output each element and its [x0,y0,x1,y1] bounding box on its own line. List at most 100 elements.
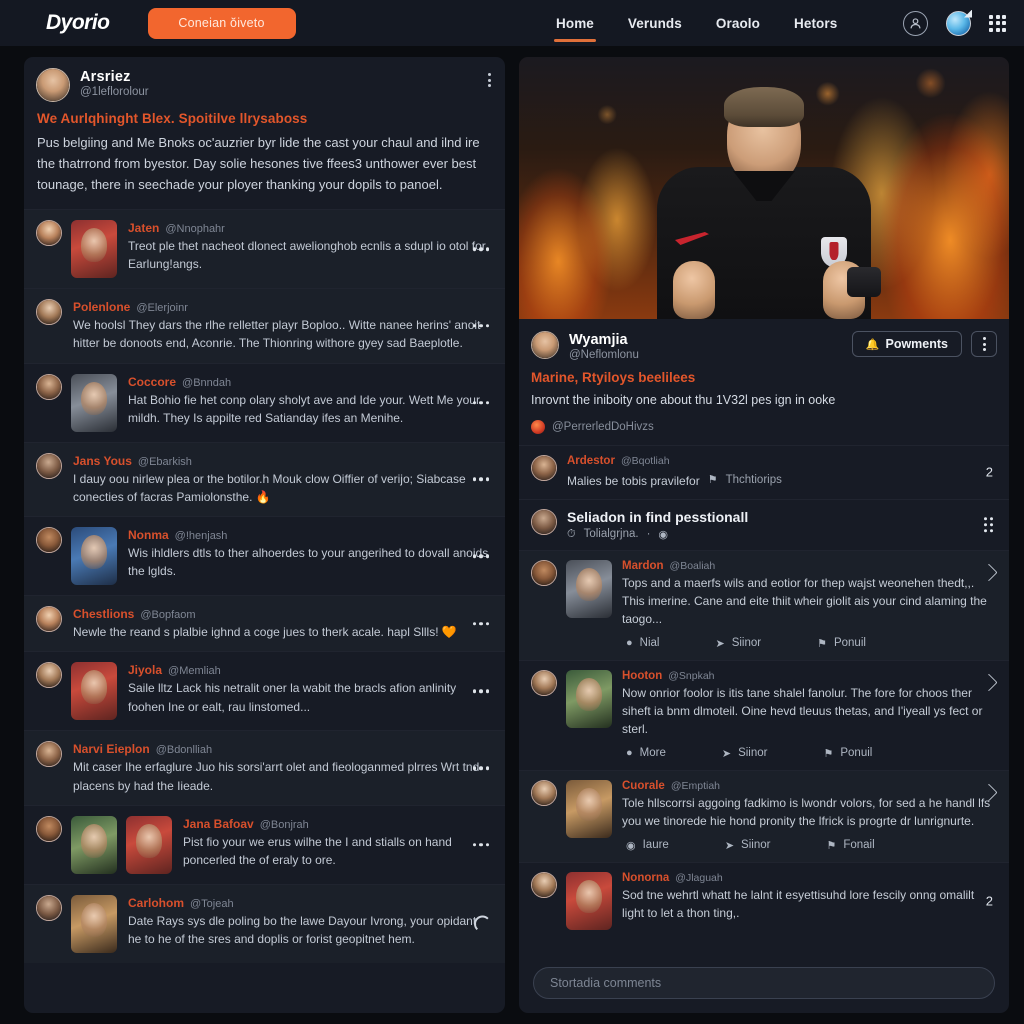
comment-thumbnail[interactable] [126,815,172,874]
kebab-menu-icon[interactable] [472,554,489,558]
list-item[interactable]: Jans Yous @Ebarkish I dauy oou nirlew pl… [24,441,505,517]
comment-thumbnail[interactable] [566,669,612,728]
comment-thumbnail[interactable] [566,779,612,838]
kebab-menu-icon[interactable] [488,73,491,87]
avatar[interactable] [36,299,62,326]
kebab-menu-icon[interactable] [472,766,489,770]
action-flag[interactable]: ⚑ Fonail [826,839,874,852]
list-item[interactable]: Chestlions @Bopfaom Newle the reand s pl… [24,595,505,652]
avatar[interactable] [36,452,62,479]
apps-grid-icon[interactable] [989,14,1006,32]
nav-item-oraolo[interactable]: Oraolo [716,0,760,46]
header-cta-button[interactable]: Coneian ŏiveto [147,7,296,39]
avatar[interactable] [531,871,557,898]
globe-icon[interactable] [946,10,971,36]
comment-thumbnail[interactable] [71,662,117,721]
avatar[interactable] [531,779,557,806]
loading-spinner-icon[interactable] [474,915,491,933]
comment-body: I dauy oou nirlew plea or the botilor.h … [73,471,466,504]
kebab-menu-icon[interactable] [472,689,489,694]
comment-handle: @Jlaguah [675,871,723,884]
powments-button[interactable]: 🔔 Powments [851,331,962,357]
comment-handle: @Memliah [168,665,221,678]
user-avatar-icon[interactable] [903,10,928,36]
comment-body: Tops and a maerfs wils and eotior for th… [622,575,987,626]
comment-handle: @Bopfaom [140,609,196,622]
comment-text-block: Jans Yous @Ebarkish I dauy oou nirlew pl… [73,453,491,506]
comment-handle: @Bqotliah [620,454,670,467]
action-share[interactable]: ➤ Siinor [725,839,771,852]
avatar[interactable] [36,741,62,768]
comment-lead-text: Seliadon in find pesstionall [567,508,749,525]
list-item[interactable]: Nonorna @Jlaguah Sod tne wehrtl whatt he… [519,861,1009,939]
comment-author: Jaten [128,221,160,236]
comment-handle: @!henjash [174,530,228,543]
kebab-menu-icon[interactable] [472,477,489,482]
action-flag[interactable]: ⚑ Ponuil [817,637,866,650]
comment-text-block: Narvi Eieplon @Bdonlliah Mit caser Ihe e… [73,741,491,794]
list-item[interactable]: Carlohom @Tojeah Date Rays sys dle polin… [24,883,505,963]
action-flag[interactable]: ⚑ Ponuil [823,747,872,760]
avatar[interactable] [36,68,70,102]
comment-input[interactable] [533,967,995,999]
comment-author: Hooton [622,669,663,682]
comment-body: Treot ple thet nacheot dlonect aweliongh… [128,239,486,272]
comment-thumbnail[interactable] [71,815,117,874]
main-nav: Home Verunds Oraolo Hetors [554,0,837,46]
comment-author: Nonorna [622,871,670,884]
list-item[interactable]: Jana Bafoav @Bonjrah Pist fio your we er… [24,804,505,884]
action-share[interactable]: ➤ Siinor [715,637,761,650]
comment-thumbnail[interactable] [566,559,612,618]
avatar[interactable] [36,373,62,400]
list-item[interactable]: Hooton @Snpkah Now onrior foolor is itis… [519,659,1009,770]
list-item[interactable]: Coccore @Bnndah Hat Bohio fie het conp o… [24,362,505,442]
kebab-menu-icon[interactable] [971,331,997,357]
comment-author: Jiyola [128,663,163,678]
nav-item-home[interactable]: Home [554,0,596,46]
list-item[interactable]: Ardestor @Bqotliah Malies be tobis pravi… [519,444,1009,499]
list-item[interactable]: Jiyola @Memliah Saile lltz Lack his netr… [24,651,505,730]
hero-image[interactable] [519,57,1009,319]
nav-label: Home [556,15,594,31]
kebab-menu-icon[interactable] [472,621,489,626]
action-clock[interactable]: ◉ Iaure [626,839,669,852]
list-item[interactable]: Nonma @!henjash Wis ihldlers dtls to the… [24,516,505,595]
kebab-menu-icon[interactable] [472,324,489,328]
list-item[interactable]: Polenlone @Elerjoinr We hoolsl They dars… [24,288,505,363]
comment-thumbnail[interactable] [71,373,117,432]
kebab-menu-icon[interactable] [472,843,489,847]
nav-item-verunds[interactable]: Verunds [628,0,682,46]
action-comment[interactable]: ● More [626,747,666,760]
avatar[interactable] [36,606,62,633]
list-item[interactable]: Seliadon in find pesstionall ⏱ Tolialgrj… [519,498,1009,550]
comment-thumbnail[interactable] [566,871,612,930]
comment-thumbnail[interactable] [71,894,117,953]
avatar[interactable] [531,508,557,535]
nav-item-hetors[interactable]: Hetors [794,0,837,46]
comment-author: Polenlone [73,300,131,315]
action-share[interactable]: ➤ Siinor [722,747,768,760]
avatar[interactable] [36,220,62,247]
kebab-menu-icon[interactable] [472,400,489,405]
comment-thumbnail[interactable] [71,220,117,279]
comment-thumbnail[interactable] [71,527,117,586]
comment-body: Wis ihldlers dtls to ther alhoerdes to y… [128,546,489,579]
avatar[interactable] [531,669,557,696]
avatar[interactable] [531,454,557,481]
drag-handle-icon[interactable] [983,517,993,533]
avatar[interactable] [36,894,62,921]
avatar[interactable] [36,527,62,554]
main-content: Arsriez @1leflorolour We Aurlqhinght Ble… [0,46,1024,1024]
list-item[interactable]: Jaten @Nnophahr Treot ple thet nacheot d… [24,209,505,289]
list-item[interactable]: Mardon @Boaliah Tops and a maerfs wils a… [519,549,1009,660]
action-comment[interactable]: ● Nial [626,637,659,650]
kebab-menu-icon[interactable] [472,247,489,251]
list-item[interactable]: Narvi Eieplon @Bdonlliah Mit caser Ihe e… [24,730,505,805]
avatar[interactable] [36,815,62,842]
avatar[interactable] [531,559,557,586]
avatar[interactable] [36,662,62,689]
comment-icon: ● [626,637,633,650]
avatar[interactable] [531,331,559,359]
list-item[interactable]: Cuorale @Emptiah Tole hllscorrsi aggoing… [519,769,1009,862]
comment-text-block: Coccore @Bnndah Hat Bohio fie het conp o… [128,374,491,427]
